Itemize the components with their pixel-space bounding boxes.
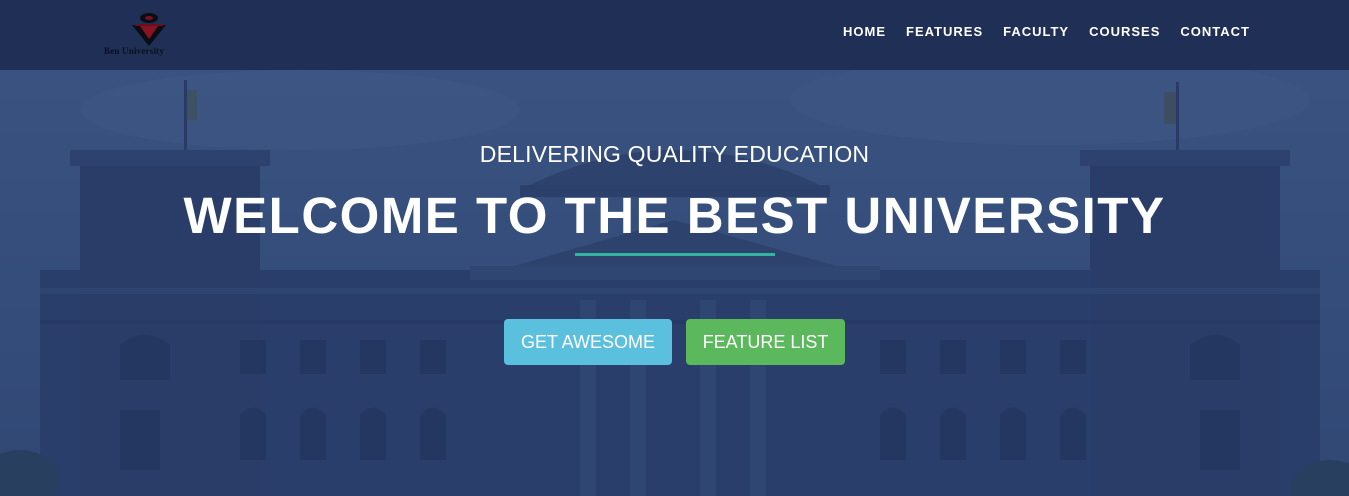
nav-link-features[interactable]: FEATURES (906, 24, 983, 40)
hero-overlay (0, 70, 1349, 496)
logo-text: Ben University (104, 46, 165, 56)
logo-emblem-icon (132, 13, 166, 46)
site-header: Ben University HOME FEATURES FACULTY COU… (0, 0, 1349, 70)
hero-subtitle: DELIVERING QUALITY EDUCATION (479, 141, 870, 167)
nav-link-faculty[interactable]: FACULTY (1003, 24, 1069, 40)
get-awesome-button[interactable]: GET AWESOME (504, 319, 672, 365)
university-logo[interactable]: Ben University (104, 12, 208, 58)
main-navigation: HOME FEATURES FACULTY COURSES CONTACT (843, 24, 1250, 40)
feature-list-button[interactable]: FEATURE LIST (686, 319, 845, 365)
hero-section: DELIVERING QUALITY EDUCATION WELCOME TO … (0, 70, 1349, 496)
hero-divider (575, 253, 775, 256)
nav-link-contact[interactable]: CONTACT (1180, 24, 1250, 40)
nav-link-courses[interactable]: COURSES (1089, 24, 1160, 40)
hero-title: WELCOME TO THE BEST UNIVERSITY (183, 187, 1166, 244)
nav-link-home[interactable]: HOME (843, 24, 886, 40)
